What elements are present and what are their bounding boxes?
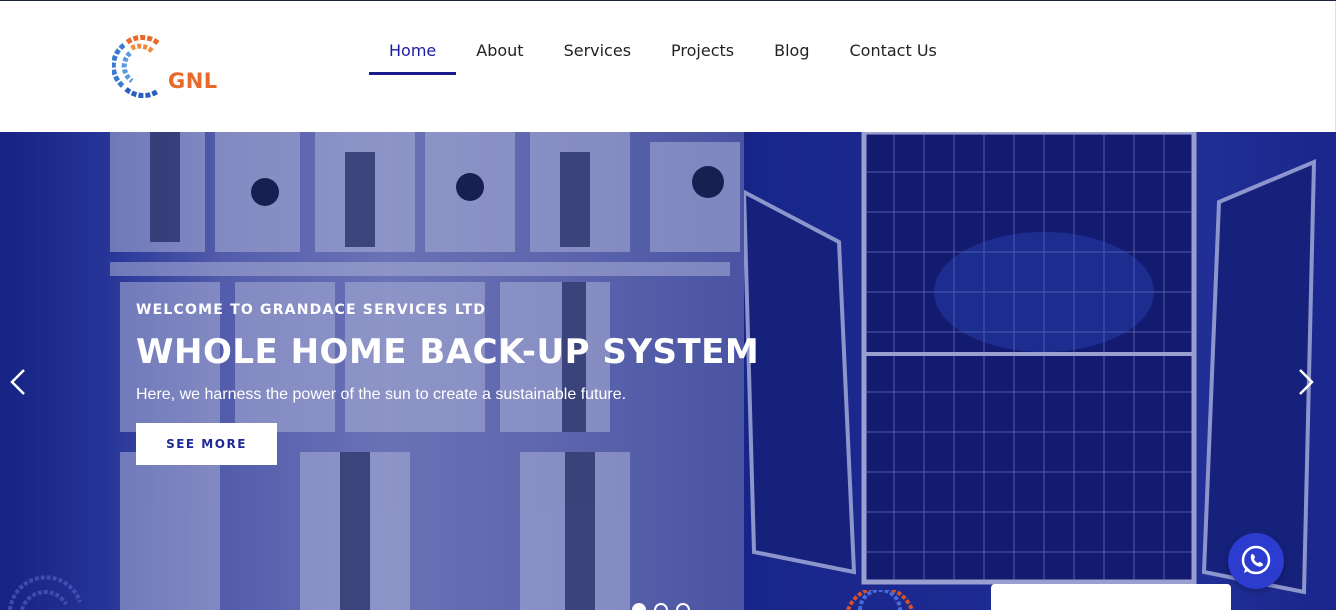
hero-slider: WELCOME TO GRANDACE SERVICES LTD WHOLE H… <box>0 132 1336 610</box>
see-more-button[interactable]: SEE MORE <box>136 423 277 465</box>
nav-item-contact-us[interactable]: Contact Us <box>829 31 956 75</box>
hero-title: WHOLE HOME BACK-UP SYSTEM <box>136 332 760 372</box>
hero-eyebrow: WELCOME TO GRANDACE SERVICES LTD <box>136 302 487 318</box>
chat-widget-panel <box>991 584 1231 610</box>
watermark-logo-icon <box>8 575 82 610</box>
chevron-left-icon <box>10 369 25 395</box>
slider-next-button[interactable] <box>1294 366 1316 398</box>
slider-prev-button[interactable] <box>8 366 30 398</box>
hero-subtitle: Here, we harness the power of the sun to… <box>136 386 627 403</box>
slider-dot-2[interactable] <box>654 603 668 610</box>
nav-item-services[interactable]: Services <box>544 31 651 75</box>
watermark-logo-icon <box>846 590 914 610</box>
nav-item-blog[interactable]: Blog <box>754 31 829 75</box>
slider-dot-1[interactable] <box>632 603 646 610</box>
whatsapp-chat-button[interactable] <box>1228 533 1284 589</box>
nav-item-home[interactable]: Home <box>369 31 457 75</box>
chevron-right-icon <box>1299 369 1314 395</box>
nav-item-about[interactable]: About <box>456 31 543 75</box>
slider-indicators <box>632 603 690 610</box>
logo-wordmark: GNL <box>168 69 218 93</box>
slider-dot-3[interactable] <box>676 603 690 610</box>
brand-logo[interactable]: GNL <box>110 29 224 101</box>
whatsapp-icon <box>1241 545 1271 575</box>
site-header: GNL Home About Services Projects Blog Co… <box>0 1 1336 132</box>
main-nav: Home About Services Projects Blog Contac… <box>369 31 957 75</box>
nav-item-projects[interactable]: Projects <box>651 31 754 75</box>
logo-sun-icon <box>110 35 160 99</box>
